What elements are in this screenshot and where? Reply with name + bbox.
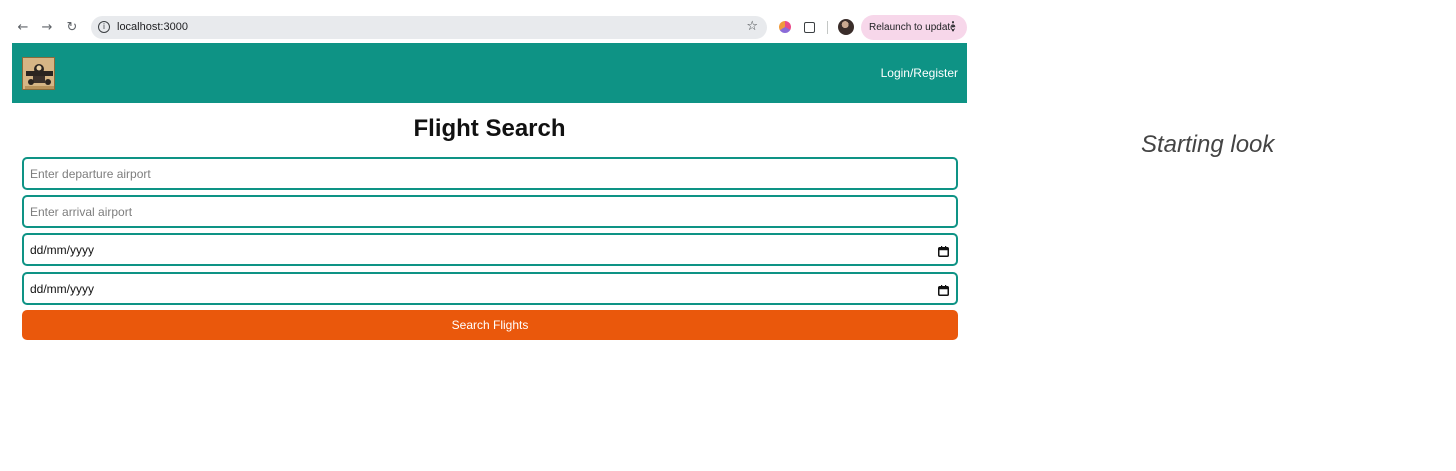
arrival-airport-input[interactable] — [24, 197, 956, 226]
forward-arrow-icon[interactable]: → — [36, 16, 58, 38]
toolbar-divider — [827, 21, 828, 34]
info-icon[interactable]: i — [98, 21, 110, 33]
calendar-icon[interactable] — [938, 244, 949, 262]
arrival-airport-field[interactable] — [22, 195, 958, 228]
return-date-value[interactable]: dd/mm/yyyy — [30, 282, 94, 296]
departure-date-field[interactable]: dd/mm/yyyy — [22, 233, 958, 266]
relaunch-label: Relaunch to update — [869, 22, 956, 33]
extension-icon[interactable] — [774, 16, 796, 38]
bookmark-star-icon[interactable]: ☆ — [746, 19, 758, 34]
aviator-logo-icon[interactable] — [22, 57, 55, 90]
departure-airport-input[interactable] — [24, 159, 956, 188]
screenshot: ← → ↻ i localhost:3000 ☆ Relaunch to upd… — [0, 0, 1456, 471]
browser-toolbar: ← → ↻ i localhost:3000 ☆ Relaunch to upd… — [12, 12, 967, 43]
return-date-field[interactable]: dd/mm/yyyy — [22, 272, 958, 305]
profile-avatar-icon[interactable] — [838, 19, 854, 35]
address-bar[interactable]: i localhost:3000 ☆ — [91, 16, 767, 39]
caption-text: Starting look — [1141, 131, 1275, 158]
app-header: Login/Register — [12, 43, 967, 103]
url-text[interactable]: localhost:3000 — [117, 21, 188, 33]
login-register-link[interactable]: Login/Register — [881, 66, 958, 80]
back-arrow-icon[interactable]: ← — [12, 16, 34, 38]
search-flights-button[interactable]: Search Flights — [22, 310, 958, 340]
page-title: Flight Search — [413, 115, 566, 142]
departure-date-value[interactable]: dd/mm/yyyy — [30, 243, 94, 257]
relaunch-button[interactable]: Relaunch to update ⋮ — [861, 15, 967, 40]
puzzle-icon[interactable] — [798, 16, 820, 38]
departure-airport-field[interactable] — [22, 157, 958, 190]
reload-icon[interactable]: ↻ — [61, 16, 83, 38]
calendar-icon[interactable] — [938, 283, 949, 301]
more-vert-icon[interactable]: ⋮ — [947, 20, 959, 32]
